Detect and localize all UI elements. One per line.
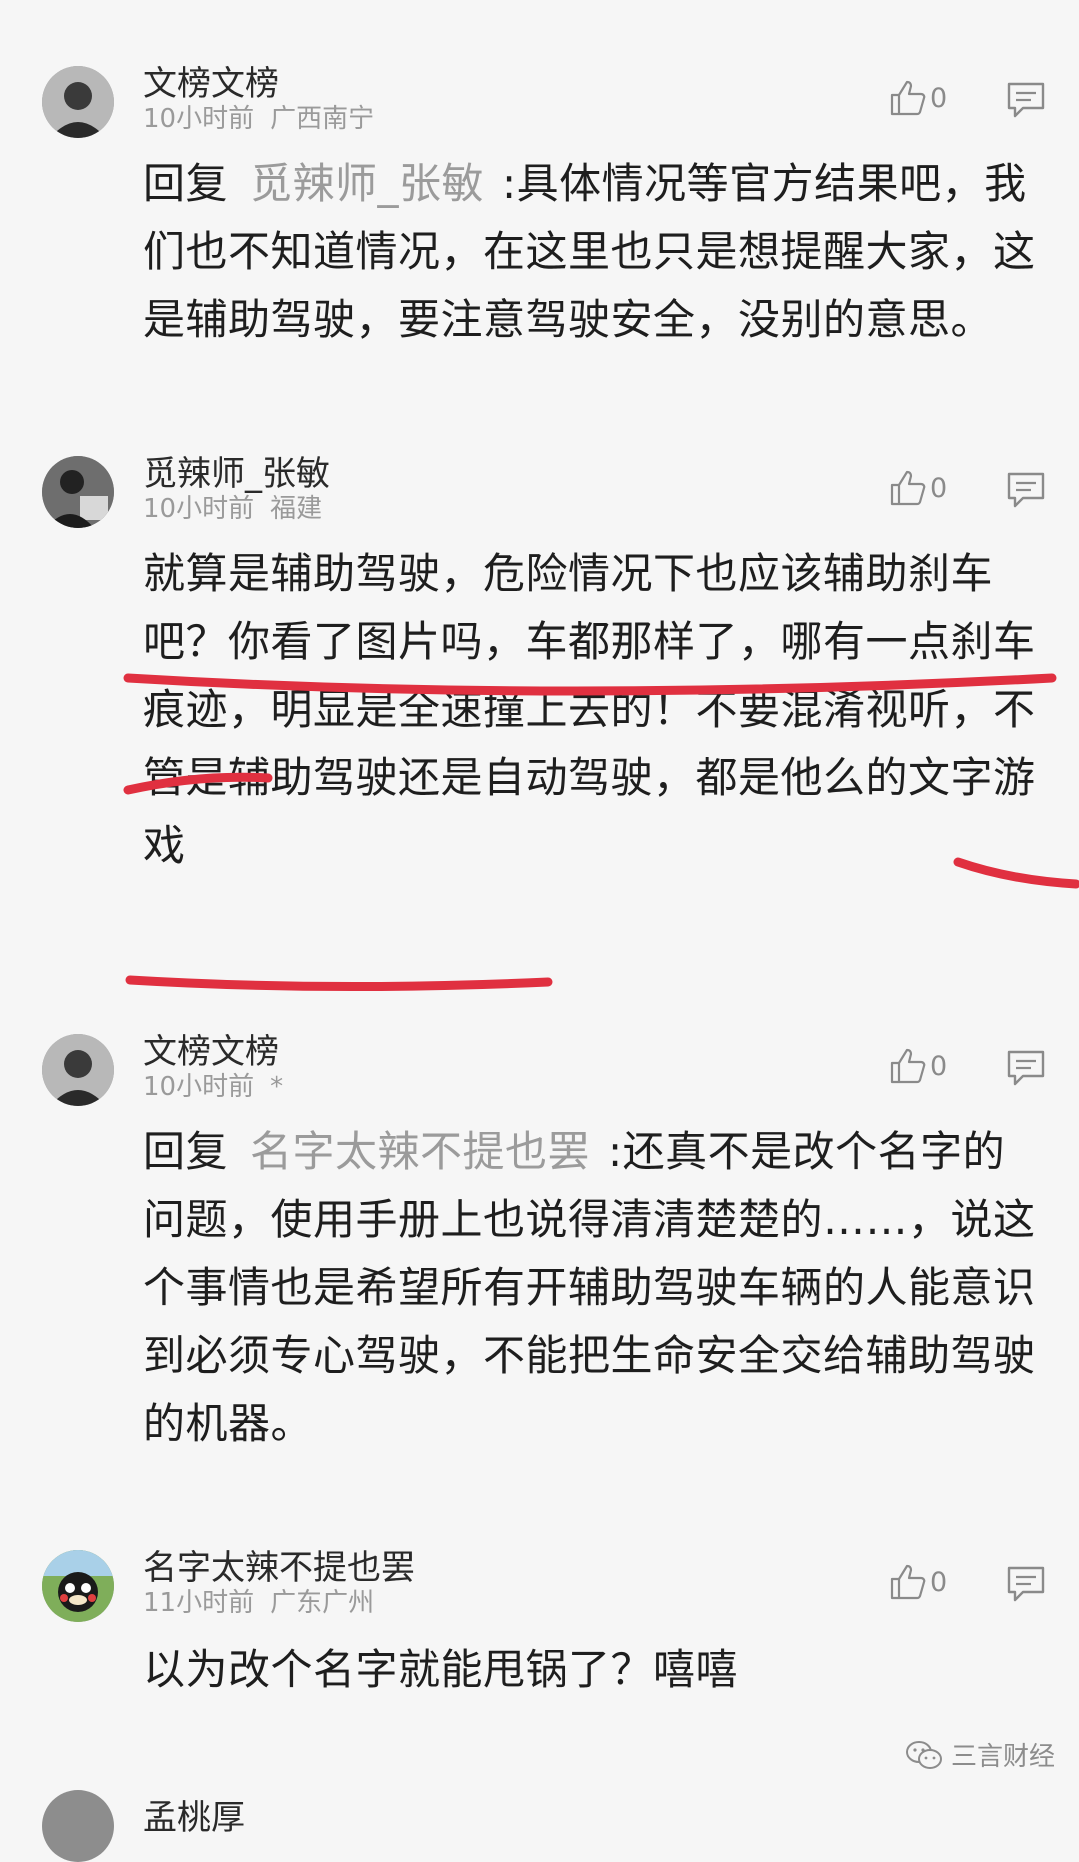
avatar[interactable] — [42, 1790, 114, 1862]
comment-body: 就算是辅助驾驶，危险情况下也应该辅助刹车吧？你看了图片吗，车都那样了，哪有一点刹… — [143, 549, 1036, 870]
like-button[interactable]: 0 — [888, 78, 947, 118]
username[interactable]: 孟桃厚 — [143, 1790, 245, 1839]
like-button[interactable]: 0 — [888, 1046, 947, 1086]
like-count: 0 — [930, 1566, 948, 1598]
comment-meta: 10小时前 福建 — [143, 488, 322, 525]
reply-bubble-icon[interactable] — [1005, 470, 1047, 510]
location: * — [270, 1072, 284, 1102]
comment-text: 回复 觅辣师_张敏:具体情况等官方结果吧，我们也不知道情况，在这里也只是想提醒大家… — [143, 150, 1038, 354]
reply-bubble-icon[interactable] — [1005, 1564, 1047, 1604]
comment-body: 以为改个名字就能甩锅了？嘻嘻 — [143, 1645, 739, 1694]
wechat-logo-icon — [906, 1740, 942, 1769]
watermark: 三言财经 — [905, 1736, 1055, 1773]
location: 广西南宁 — [270, 104, 375, 134]
comment-text: 就算是辅助驾驶，危险情况下也应该辅助刹车吧？你看了图片吗，车都那样了，哪有一点刹… — [143, 540, 1038, 880]
timestamp: 10小时前 — [143, 1072, 255, 1102]
like-button[interactable]: 0 — [888, 468, 947, 508]
like-count: 0 — [930, 82, 948, 114]
like-button[interactable]: 0 — [888, 1562, 947, 1602]
avatar[interactable] — [42, 1550, 114, 1622]
thumbs-up-icon — [890, 470, 926, 506]
thumbs-up-icon — [890, 1048, 926, 1084]
reply-bubble-icon[interactable] — [1005, 80, 1047, 120]
comment-text: 以为改个名字就能甩锅了？嘻嘻 — [143, 1636, 1038, 1704]
comment-meta: 11小时前 广东广州 — [143, 1582, 374, 1619]
avatar[interactable] — [42, 456, 114, 528]
avatar[interactable] — [42, 66, 114, 138]
comment-meta: 10小时前 * — [143, 1066, 283, 1103]
thumbs-up-icon — [890, 80, 926, 116]
thumbs-up-icon — [890, 1564, 926, 1600]
like-count: 0 — [930, 472, 948, 504]
location: 广东广州 — [270, 1588, 375, 1618]
avatar[interactable] — [42, 1034, 114, 1106]
reply-prefix: 回复 — [143, 159, 229, 208]
watermark-text: 三言财经 — [951, 1742, 1056, 1772]
like-count: 0 — [930, 1050, 948, 1082]
reply-mention[interactable]: 觅辣师_张敏 — [250, 159, 484, 208]
reply-mention[interactable]: 名字太辣不提也罢 — [250, 1127, 590, 1176]
comment-meta: 10小时前 广西南宁 — [143, 98, 374, 135]
reply-prefix: 回复 — [143, 1127, 229, 1176]
timestamp: 10小时前 — [143, 104, 255, 134]
timestamp: 10小时前 — [143, 494, 255, 524]
timestamp: 11小时前 — [143, 1588, 255, 1618]
comment-text: 回复 名字太辣不提也罢:还真不是改个名字的问题，使用手册上也说得清清楚楚的……，说… — [143, 1118, 1038, 1458]
reply-bubble-icon[interactable] — [1005, 1048, 1047, 1088]
location: 福建 — [270, 494, 323, 524]
